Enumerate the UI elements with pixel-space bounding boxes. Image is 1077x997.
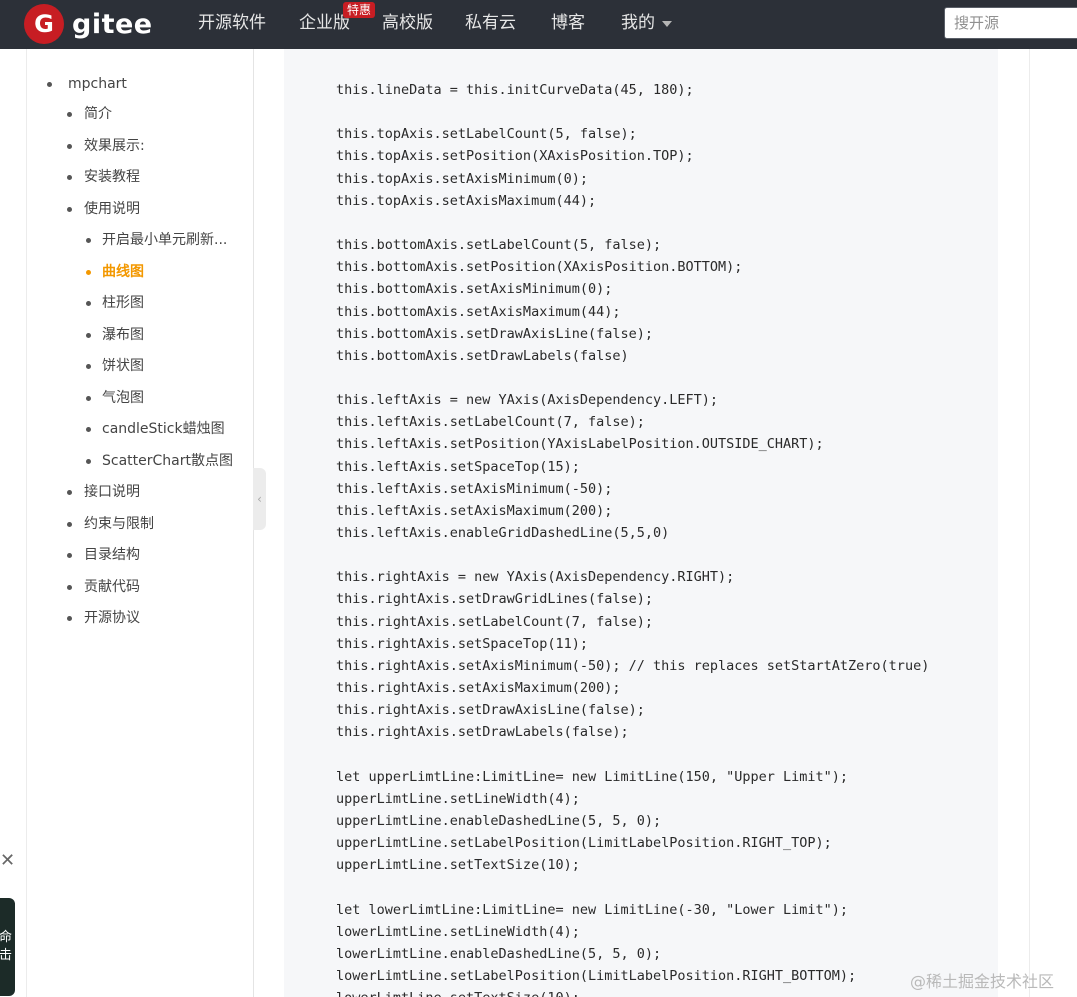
code-line: this.topAxis.setLabelCount(5, false); <box>336 126 637 143</box>
toc-item-usage[interactable]: 使用说明 <box>67 199 140 219</box>
toc-item-license[interactable]: 开源协议 <box>67 608 140 628</box>
chevron-down-icon[interactable] <box>662 21 672 27</box>
floating-tab-char: 命 <box>0 930 12 945</box>
code-line: this.bottomAxis.setDrawAxisLine(false); <box>336 325 653 342</box>
code-line: this.leftAxis.setPosition(YAxisLabelPosi… <box>336 436 824 453</box>
code-line: upperLimtLine.setLineWidth(4); <box>336 790 580 807</box>
code-line: let upperLimtLine:LimitLine= new LimitLi… <box>336 768 849 785</box>
code-line: upperLimtLine.setLabelPosition(LimitLabe… <box>336 835 832 852</box>
code-line: lowerLimtLine.enableDashedLine(5, 5, 0); <box>336 945 662 962</box>
code-line: lowerLimtLine.setLineWidth(4); <box>336 923 580 940</box>
gitee-logo-icon: G <box>24 4 64 44</box>
code-line: this.rightAxis = new YAxis(AxisDependenc… <box>336 569 735 586</box>
gitee-logo[interactable]: G gitee <box>24 4 153 44</box>
code-line: this.rightAxis.setDrawLabels(false); <box>336 724 629 741</box>
code-line: upperLimtLine.enableDashedLine(5, 5, 0); <box>336 812 662 829</box>
code-line: let lowerLimtLine:LimitLine= new LimitLi… <box>336 901 849 918</box>
floating-tab-char: 击 <box>0 948 12 963</box>
code-line: this.leftAxis.enableGridDashedLine(5,5,0… <box>336 525 670 541</box>
code-line: this.leftAxis.setLabelCount(7, false); <box>336 414 645 431</box>
floating-side-tab[interactable]: 命 击 <box>0 898 15 996</box>
code-line: this.rightAxis.setDrawAxisLine(false); <box>336 702 645 719</box>
code-line: this.rightAxis.setLabelCount(7, false); <box>336 613 653 630</box>
promo-badge: 特惠 <box>343 2 376 18</box>
code-line: this.topAxis.setAxisMinimum(0); <box>336 170 588 187</box>
toc-item-directory[interactable]: 目录结构 <box>67 545 140 565</box>
nav-blog[interactable]: 博客 <box>551 11 585 35</box>
nav-mine[interactable]: 我的 <box>621 11 655 35</box>
code-line: this.rightAxis.setAxisMinimum(-50); // t… <box>336 657 930 674</box>
toc-sidebar: mpchart 简介 效果展示: 安装教程 使用说明 开启最小单元刷新... 曲… <box>26 49 254 997</box>
code-line: this.topAxis.setAxisMaximum(44); <box>336 192 597 209</box>
code-line: this.bottomAxis.setPosition(XAxisPositio… <box>336 259 743 276</box>
toc-item-waterfall-chart[interactable]: 瀑布图 <box>86 325 144 345</box>
code-line: this.bottomAxis.setAxisMaximum(44); <box>336 303 621 320</box>
toc-item-contribute[interactable]: 贡献代码 <box>67 577 140 597</box>
code-line: this.bottomAxis.setAxisMinimum(0); <box>336 281 613 298</box>
code-line: this.leftAxis = new YAxis(AxisDependency… <box>336 392 719 409</box>
code-line: upperLimtLine.setTextSize(10); <box>336 857 580 874</box>
toc-item-intro[interactable]: 简介 <box>67 104 112 124</box>
code-block: this.lineData = this.initCurveData(45, 1… <box>284 49 998 997</box>
main-content: this.lineData = this.initCurveData(45, 1… <box>266 49 1030 997</box>
code-line: lowerLimtLine.setLabelPosition(LimitLabe… <box>336 968 857 984</box>
sidebar-collapse-handle[interactable]: ‹ <box>253 468 266 530</box>
code-line: this.bottomAxis.setLabelCount(5, false); <box>336 237 662 254</box>
toc-item-min-unit-refresh[interactable]: 开启最小单元刷新... <box>85 230 227 250</box>
code-line: this.rightAxis.setSpaceTop(11); <box>336 635 588 652</box>
watermark: @稀土掘金技术社区 <box>910 972 1055 991</box>
toc-item-api[interactable]: 接口说明 <box>67 482 140 502</box>
toc-item-constraints[interactable]: 约束与限制 <box>67 514 154 534</box>
toc-item-scatter-chart[interactable]: ScatterChart散点图 <box>86 451 233 471</box>
chevron-left-icon: ‹ <box>257 492 262 506</box>
toc-item-pie-chart[interactable]: 饼状图 <box>86 356 144 376</box>
code-line: this.rightAxis.setDrawGridLines(false); <box>336 591 653 608</box>
toc-item-bar-chart[interactable]: 柱形图 <box>86 293 144 313</box>
code-line: this.topAxis.setPosition(XAxisPosition.T… <box>336 148 694 165</box>
code-line: lowerLimtLine.setTextSize(10); <box>336 989 580 997</box>
nav-private-cloud[interactable]: 私有云 <box>465 11 516 35</box>
code-line: this.lineData = this.initCurveData(45, 1… <box>336 82 694 98</box>
close-icon[interactable]: ✕ <box>0 851 15 871</box>
toc-item-bubble-chart[interactable]: 气泡图 <box>86 388 144 408</box>
toc-item-line-chart[interactable]: 曲线图 <box>86 262 144 282</box>
gitee-brand-text: gitee <box>72 8 153 40</box>
code-line: this.leftAxis.setSpaceTop(15); <box>336 458 580 475</box>
search-input[interactable] <box>944 7 1077 39</box>
nav-education[interactable]: 高校版 <box>382 11 433 35</box>
nav-open-source[interactable]: 开源软件 <box>198 11 266 35</box>
toc-item-mpchart[interactable]: mpchart <box>47 74 127 94</box>
toc-item-demo[interactable]: 效果展示: <box>67 136 145 156</box>
toc-item-candlestick-chart[interactable]: candleStick蜡烛图 <box>86 419 225 439</box>
code-line: this.bottomAxis.setDrawLabels(false) <box>336 347 629 364</box>
code-line: this.rightAxis.setAxisMaximum(200); <box>336 680 621 697</box>
top-navbar: G gitee 开源软件 企业版 特惠 高校版 私有云 博客 我的 <box>0 0 1077 49</box>
toc-item-install[interactable]: 安装教程 <box>67 167 140 187</box>
code-line: this.leftAxis.setAxisMaximum(200); <box>336 502 613 519</box>
code-line: this.leftAxis.setAxisMinimum(-50); <box>336 480 613 497</box>
